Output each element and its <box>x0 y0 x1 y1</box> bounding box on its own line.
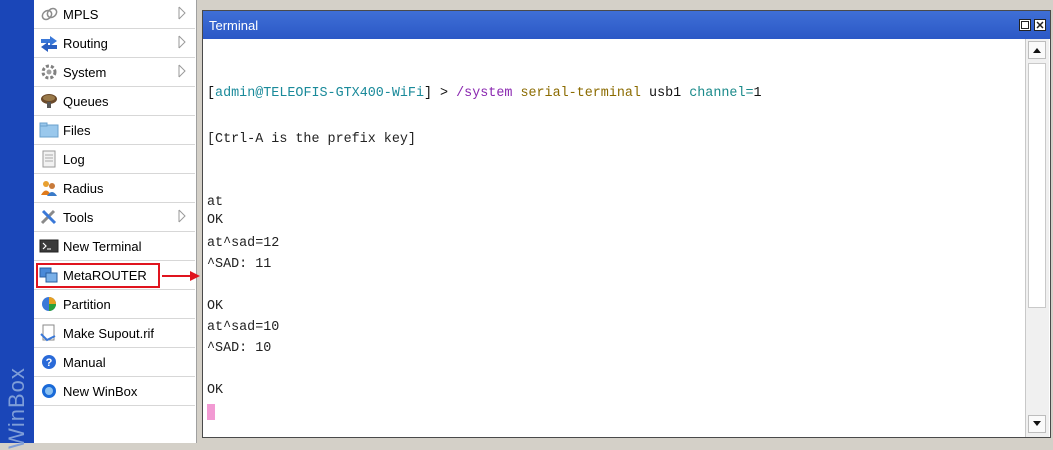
submenu-arrow-icon <box>178 64 186 78</box>
terminal-title: Terminal <box>209 18 259 33</box>
mpls-icon <box>39 5 59 23</box>
command-name: serial-terminal <box>520 86 641 101</box>
terminal-window: Terminal [admin@TELEOFIS-GTX400-WiFi] > … <box>202 10 1051 438</box>
sidebar-empty-space <box>34 406 195 443</box>
sidebar-item-label: Partition <box>63 296 111 312</box>
sidebar-item-routing[interactable]: Routing <box>34 29 195 58</box>
terminal-output[interactable]: [admin@TELEOFIS-GTX400-WiFi] > /system s… <box>207 41 1025 435</box>
sidebar-item-label: Manual <box>63 354 106 370</box>
terminal-line: OK <box>207 299 224 314</box>
sidebar-item-mpls[interactable]: MPLS <box>34 0 195 29</box>
terminal-line: at^sad=12 <box>207 236 280 251</box>
sidebar-item-partition[interactable]: Partition <box>34 290 195 319</box>
vertical-scrollbar[interactable] <box>1025 39 1049 437</box>
command-arg: usb1 <box>649 86 682 101</box>
partition-pie-icon <box>39 295 59 313</box>
winbox-globe-icon <box>39 382 59 400</box>
supout-file-icon <box>39 324 59 342</box>
prompt-separator: ] > <box>423 86 457 101</box>
submenu-arrow-icon <box>178 6 186 20</box>
sidebar-item-tools[interactable]: Tools <box>34 203 195 232</box>
tools-icon <box>39 208 59 226</box>
scroll-up-arrow-icon <box>1033 48 1041 53</box>
folder-icon <box>39 121 59 139</box>
left-brand-strip: WinBox <box>0 0 34 449</box>
terminal-line: OK <box>207 213 224 228</box>
sidebar-item-label: Tools <box>63 209 94 225</box>
sidebar-item-label: Routing <box>63 35 108 51</box>
terminal-line: [Ctrl-A is the prefix key] <box>207 132 416 147</box>
prompt-user-host: admin@TELEOFIS-GTX400-WiFi <box>215 86 424 101</box>
maximize-button[interactable] <box>1019 19 1031 31</box>
sidebar-item-label: Log <box>63 151 85 167</box>
command-param-value: 1 <box>753 86 762 101</box>
terminal-line: at^sad=10 <box>207 320 280 335</box>
terminal-cursor <box>207 404 215 420</box>
terminal-line: OK <box>207 383 224 398</box>
sidebar-item-system[interactable]: System <box>34 58 195 87</box>
sidebar-item-log[interactable]: Log <box>34 145 195 174</box>
sidebar-item-label: Files <box>63 122 91 138</box>
metarouter-icon <box>39 266 59 284</box>
close-button[interactable] <box>1034 19 1046 31</box>
svg-text:?: ? <box>46 357 53 369</box>
sidebar-item-label: Queues <box>63 93 109 109</box>
scrollbar-thumb[interactable] <box>1028 63 1046 308</box>
terminal-line: ^SAD: 11 <box>207 257 272 272</box>
sidebar-item-make-supout[interactable]: Make Supout.rif <box>34 319 195 348</box>
terminal-command-line: [admin@TELEOFIS-GTX400-WiFi] > /system s… <box>207 86 762 102</box>
command-path: /system <box>456 86 513 101</box>
sidebar-item-queues[interactable]: Queues <box>34 87 195 116</box>
sidebar-item-radius[interactable]: Radius <box>34 174 195 203</box>
radius-users-icon <box>39 179 59 197</box>
scroll-up-button[interactable] <box>1028 41 1046 59</box>
callout-arrow-icon <box>162 271 200 281</box>
sidebar-item-manual[interactable]: ? Manual <box>34 348 195 377</box>
scroll-down-arrow-icon <box>1033 421 1041 426</box>
sidebar-item-label: Radius <box>63 180 104 196</box>
log-document-icon <box>39 150 59 168</box>
submenu-arrow-icon <box>178 209 186 223</box>
sidebar-menu: MPLS Routing System Queues Files Log Rad… <box>34 0 197 443</box>
sidebar-item-label: New Terminal <box>63 238 142 254</box>
prompt-bracket: [ <box>207 86 216 101</box>
help-icon: ? <box>39 353 59 371</box>
sidebar-item-files[interactable]: Files <box>34 116 195 145</box>
winbox-brand-text: WinBox <box>4 367 29 449</box>
terminal-titlebar[interactable]: Terminal <box>203 11 1050 39</box>
system-gear-icon <box>39 63 59 81</box>
terminal-line: at <box>207 195 224 210</box>
sidebar-item-label: MetaROUTER <box>63 267 147 283</box>
sidebar-item-label: Make Supout.rif <box>63 325 155 341</box>
sidebar-item-label: System <box>63 64 107 80</box>
sidebar-item-label: MPLS <box>63 6 99 22</box>
submenu-arrow-icon <box>178 35 186 49</box>
sidebar-item-new-winbox[interactable]: New WinBox <box>34 377 195 406</box>
routing-icon <box>39 34 59 52</box>
terminal-line: ^SAD: 10 <box>207 341 272 356</box>
sidebar-item-label: New WinBox <box>63 383 138 399</box>
scroll-down-button[interactable] <box>1028 415 1046 433</box>
queues-icon <box>39 92 59 110</box>
terminal-icon <box>39 237 59 255</box>
command-param: channel= <box>689 86 754 101</box>
sidebar-item-new-terminal[interactable]: New Terminal <box>34 232 195 261</box>
